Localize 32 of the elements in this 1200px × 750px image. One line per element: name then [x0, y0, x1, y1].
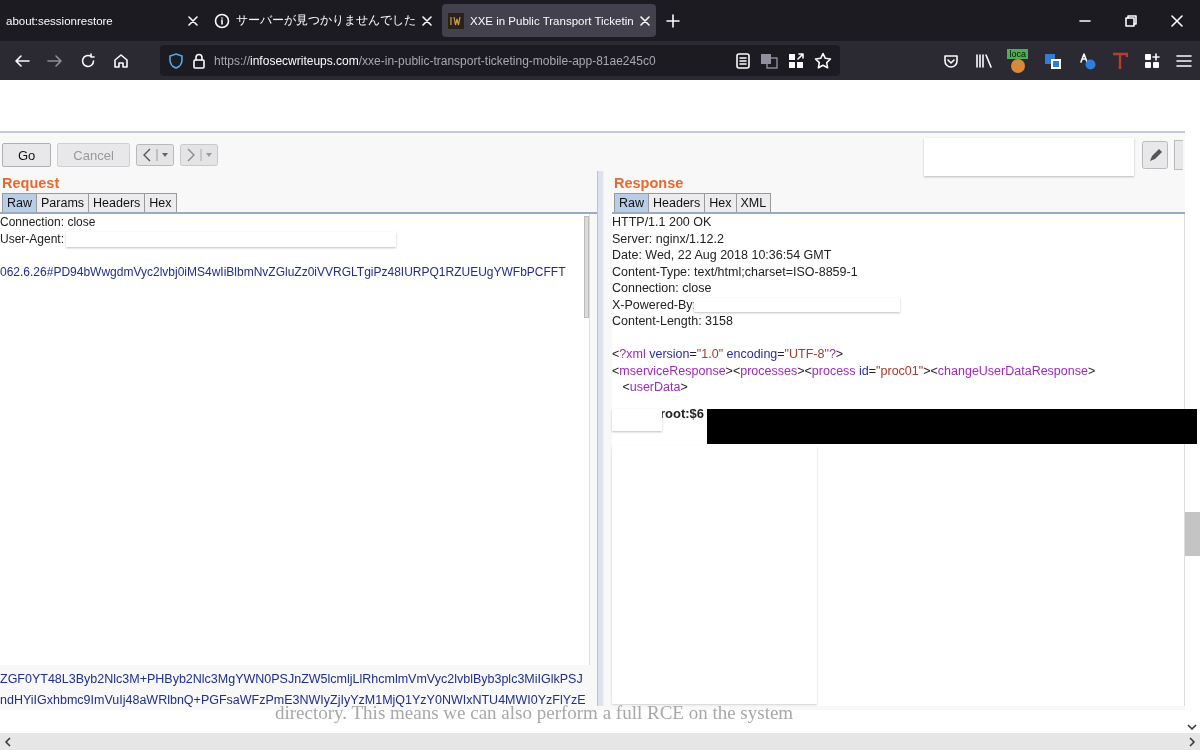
- panel-tab[interactable]: Params: [36, 193, 90, 212]
- response-line: Content-Length: 3158: [612, 313, 733, 330]
- extension-badge: loca: [1007, 48, 1028, 59]
- panel-tab[interactable]: XML: [735, 193, 772, 212]
- panel-title: Response: [613, 174, 685, 193]
- xml-line: <userData>: [621, 379, 688, 396]
- response-line: Content-Type: text/html;charset=ISO-8859-1: [612, 263, 858, 280]
- browser-tab[interactable]: XXE in Public Transport Ticketin: [442, 4, 656, 37]
- request-line: Connection: close: [0, 214, 96, 231]
- response-line: Server: nginx/1.12.2: [612, 230, 724, 247]
- address-bar[interactable]: https://infosecwriteups.com/xxe-in-public-transport-ticketing-mobile-app-81ae245c0: [160, 45, 840, 76]
- browser-tab[interactable]: about:sessionrestore: [0, 4, 204, 37]
- request-line: ZGF0YT48L3Byb2Nlc3M+PHByb2Nlc3MgYWN0PSJnZW5lcmljLlRhcmlmVmVyc2lvblByb3plc3MiIGlkPSJ: [0, 671, 583, 688]
- request-line: 062.6.26#PD94bWwgdmVyc2lvbj0iMS4wIiBlbmNvZGluZz0iVVRGLTgiPz48IURPQ1RZUEUgYWFbPCFFT: [0, 263, 566, 280]
- leaked-text: root:$6: [660, 405, 705, 421]
- response-line: X-Powered-By:: [612, 296, 697, 313]
- panel-tab[interactable]: Hex: [704, 193, 737, 212]
- browser-tab[interactable]: サーバーが見つかりませんでした: [208, 4, 438, 37]
- panel-tab[interactable]: Raw: [2, 193, 37, 212]
- response-line: Date: Wed, 22 Aug 2018 10:36:54 GMT: [612, 247, 832, 264]
- xml-line: <mserviceResponse><processes><process id="proc01"><changeUserDataResponse>: [612, 362, 1096, 379]
- panel-tab[interactable]: Headers: [88, 193, 146, 212]
- panel-tab[interactable]: Headers: [648, 193, 706, 212]
- panel-tab[interactable]: Raw: [614, 193, 649, 212]
- url-text[interactable]: https://infosecwriteups.com/xxe-in-public-transport-ticketing-mobile-app-81ae245c0: [214, 53, 726, 68]
- panel-tab[interactable]: Hex: [144, 193, 177, 212]
- xml-line: <?xml version="1.0" encoding="UTF-8"?>: [612, 346, 844, 363]
- response-line: Connection: close: [612, 280, 712, 297]
- response-line: HTTP/1.1 200 OK: [612, 214, 712, 231]
- panel-title: Request: [1, 174, 61, 193]
- request-line: User-Agent:: [0, 230, 65, 247]
- go-button[interactable]: Go: [2, 143, 52, 167]
